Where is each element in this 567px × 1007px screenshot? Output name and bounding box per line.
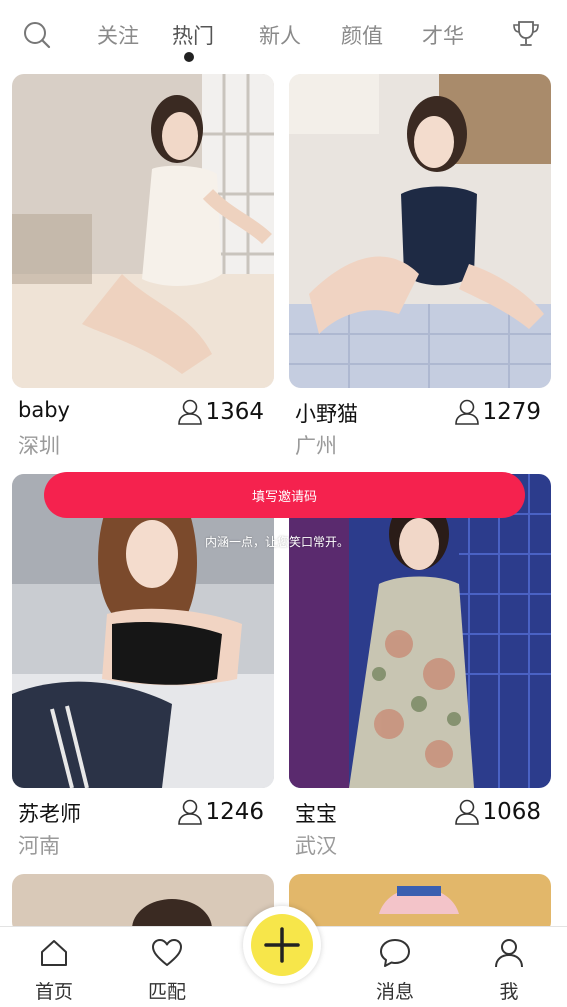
user-photo[interactable] [12, 874, 274, 934]
home-icon [41, 940, 67, 966]
user-name: 苏老师 [18, 802, 81, 826]
category-tabs: 关注 热门 新人 颜值 才华 [0, 20, 567, 60]
invite-code-button[interactable]: 填写邀请码 [44, 472, 525, 518]
nav-me[interactable]: 我 [474, 927, 544, 1007]
user-name: 宝宝 [295, 802, 337, 826]
like-count-value: 1246 [205, 799, 264, 825]
create-post-button-inner [251, 914, 313, 976]
nav-messages[interactable]: 消息 [360, 927, 430, 1007]
tab-talent[interactable]: 才华 [413, 20, 473, 50]
nav-match[interactable]: 匹配 [132, 927, 202, 1007]
like-count-value: 1364 [205, 399, 264, 425]
chat-icon [380, 939, 410, 967]
tab-looks[interactable]: 颜值 [332, 20, 392, 50]
user-photo[interactable] [12, 74, 274, 388]
profile-icon [495, 939, 523, 968]
nav-home-label: 首页 [34, 981, 73, 1003]
user-icon [455, 399, 480, 425]
tab-hot[interactable]: 热门 [163, 20, 223, 50]
like-count: 1364 [177, 398, 264, 426]
create-post-button[interactable] [243, 906, 321, 984]
user-city: 武汉 [295, 834, 337, 858]
tab-follow[interactable]: 关注 [88, 20, 148, 50]
user-icon [178, 799, 203, 825]
nav-me-label: 我 [499, 981, 519, 1003]
user-icon [178, 399, 203, 425]
user-photo[interactable] [12, 474, 274, 788]
nav-messages-label: 消息 [375, 981, 414, 1003]
like-count: 1246 [177, 798, 264, 826]
heart-icon [152, 939, 182, 966]
user-photo[interactable] [289, 474, 551, 788]
user-name: baby [18, 398, 70, 422]
user-photo[interactable] [289, 874, 551, 934]
like-count: 1279 [454, 398, 541, 426]
user-photo[interactable] [289, 74, 551, 388]
like-count-value: 1068 [482, 799, 541, 825]
plus-icon [264, 927, 300, 963]
like-count-value: 1279 [482, 399, 541, 425]
nav-home[interactable]: 首页 [19, 927, 89, 1007]
tab-newcomer[interactable]: 新人 [250, 20, 310, 50]
user-icon [455, 799, 480, 825]
user-city: 深圳 [18, 434, 60, 458]
user-city: 广州 [295, 434, 337, 458]
like-count: 1068 [454, 798, 541, 826]
top-nav: 关注 热门 新人 颜值 才华 [0, 0, 567, 66]
user-name: 小野猫 [295, 402, 358, 426]
trophy-icon[interactable] [510, 18, 542, 50]
user-city: 河南 [18, 834, 60, 858]
nav-match-label: 匹配 [147, 981, 186, 1003]
active-tab-indicator [184, 52, 194, 62]
tagline-text: 内涵一点，让您笑口常开。 [205, 535, 350, 549]
